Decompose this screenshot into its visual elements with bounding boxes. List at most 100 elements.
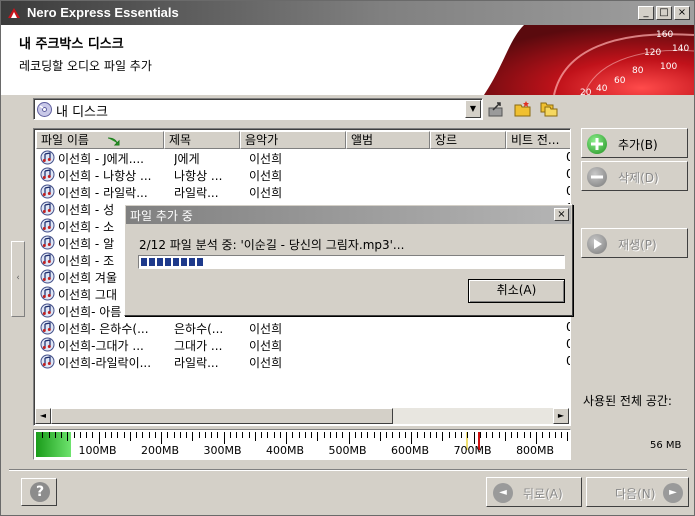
title-bar[interactable]: Nero Express Essentials _ □ ×	[1, 1, 694, 25]
cell-title: 라일락...	[174, 356, 219, 370]
column-header-bitrate[interactable]: 비트 전...	[506, 131, 570, 149]
gauge-tick	[567, 432, 569, 441]
close-button[interactable]: ×	[674, 6, 690, 20]
gauge-tick	[304, 432, 306, 438]
scrollbar-thumb[interactable]	[51, 408, 393, 424]
cell-bitrate: 0	[566, 354, 570, 368]
gauge-tick	[523, 432, 525, 438]
gauge-tick	[273, 432, 275, 438]
capacity-used-fill	[36, 432, 71, 457]
gauge-tick	[217, 432, 219, 438]
cell-artist: 이선희	[249, 356, 283, 370]
next-button[interactable]: 다음(N) ►	[586, 477, 689, 507]
column-header-title[interactable]: 제목	[164, 131, 240, 149]
gauge-tick	[142, 432, 144, 438]
speedometer-number: 80	[632, 66, 644, 76]
table-row[interactable]: 이선희-라일락이... 라일락... 이선희 0	[36, 353, 570, 370]
gauge-tick	[254, 432, 256, 441]
gauge-tick	[129, 432, 131, 441]
dialog-title-bar[interactable]: 파일 추가 중 ×	[126, 206, 571, 224]
audio-file-icon	[40, 167, 55, 182]
gauge-tick	[279, 432, 281, 438]
horizontal-scrollbar[interactable]: ◄ ►	[35, 408, 569, 424]
scroll-right-button[interactable]: ►	[553, 408, 569, 424]
gauge-label: 700MB	[453, 444, 492, 457]
gauge-tick	[479, 432, 481, 438]
total-space-value: 56 MB	[650, 440, 682, 451]
progress-segment	[181, 258, 187, 266]
help-button[interactable]: ?	[21, 478, 57, 506]
gauge-tick	[54, 432, 56, 438]
column-header-album[interactable]: 앨범	[346, 131, 430, 149]
cell-bitrate: 0	[566, 150, 570, 164]
table-row[interactable]: 이선희 - 나항상 ... 나항상 ... 이선희 0	[36, 166, 570, 183]
gauge-tick	[73, 432, 75, 438]
cell-bitrate: 0	[566, 167, 570, 181]
gauge-tick	[167, 432, 169, 438]
column-header-filename[interactable]: 파일 이름	[36, 131, 164, 149]
gauge-tick	[298, 432, 300, 438]
gauge-label: 200MB	[141, 444, 180, 457]
next-arrow-icon: ►	[663, 483, 683, 503]
gauge-tick	[511, 432, 513, 438]
new-folder-icon[interactable]	[514, 100, 532, 118]
gauge-tick	[554, 432, 556, 438]
dialog-close-button[interactable]: ×	[554, 208, 569, 221]
gauge-label: 400MB	[266, 444, 305, 457]
gauge-tick	[386, 432, 388, 438]
audio-file-icon	[40, 269, 55, 284]
audio-file-icon	[40, 150, 55, 165]
gauge-tick	[161, 432, 163, 444]
maximize-button[interactable]: □	[656, 6, 672, 20]
collapse-panel-tab[interactable]: ‹	[11, 241, 25, 317]
minimize-button[interactable]: _	[638, 6, 654, 20]
gauge-tick	[229, 432, 231, 438]
progress-segment	[157, 258, 163, 266]
audio-file-icon	[40, 320, 55, 335]
gauge-tick	[173, 432, 175, 438]
dialog-title: 파일 추가 중	[130, 209, 193, 223]
window-title: Nero Express Essentials	[27, 5, 179, 20]
column-header-artist[interactable]: 음악가	[240, 131, 346, 149]
gauge-tick	[242, 432, 244, 438]
gauge-tick	[342, 432, 344, 438]
cancel-button[interactable]: 취소(A)	[468, 279, 565, 303]
table-row[interactable]: 이선희-그대가 ... 그대가 ... 이선희 0	[36, 336, 570, 353]
audio-file-icon	[40, 218, 55, 233]
copy-folder-icon[interactable]	[540, 100, 558, 118]
gauge-tick	[348, 432, 350, 444]
delete-button[interactable]: 삭제(D)	[581, 161, 688, 191]
nero-express-window: Nero Express Essentials _ □ × 내 주크박스 디스크…	[0, 0, 695, 516]
add-button[interactable]: 추가(B)	[581, 128, 688, 158]
cell-title: 은하수(...	[174, 322, 224, 336]
gauge-tick	[111, 432, 112, 438]
scroll-left-button[interactable]: ◄	[35, 408, 51, 424]
gauge-tick	[42, 432, 44, 438]
gauge-tick	[373, 432, 375, 438]
gauge-tick	[148, 432, 150, 438]
gauge-tick	[92, 432, 94, 438]
gauge-tick	[192, 432, 194, 441]
table-row[interactable]: 이선희 - J에게.... J에게 이선희 0	[36, 149, 570, 166]
chevron-down-icon[interactable]: ▼	[465, 100, 481, 118]
export-icon[interactable]	[487, 100, 505, 118]
play-button[interactable]: 재생(P)	[581, 228, 688, 258]
table-row[interactable]: 이선희- 은하수(... 은하수(... 이선희 0	[36, 319, 570, 336]
gauge-tick	[498, 432, 500, 438]
sort-arrow-icon	[107, 137, 120, 146]
cell-filename: 이선희 - 라일락...	[58, 186, 148, 200]
cell-artist: 이선희	[249, 339, 283, 353]
progress-segment	[141, 258, 147, 266]
cell-filename: 이선희- 은하수(...	[58, 322, 149, 336]
back-button[interactable]: ◄ 뒤로(A)	[486, 477, 582, 507]
disc-selector[interactable]: 내 디스크 ▼	[33, 98, 483, 120]
gauge-label: 500MB	[328, 444, 367, 457]
column-header-genre[interactable]: 장르	[430, 131, 506, 149]
gauge-tick	[367, 432, 369, 438]
speedometer-number: 60	[614, 76, 626, 86]
audio-file-icon	[40, 286, 55, 301]
table-row[interactable]: 이선희 - 라일락... 라일락... 이선희 0	[36, 183, 570, 200]
analysis-progress-bar	[138, 255, 565, 269]
cell-bitrate: 0	[566, 320, 570, 334]
gauge-tick	[248, 432, 250, 438]
